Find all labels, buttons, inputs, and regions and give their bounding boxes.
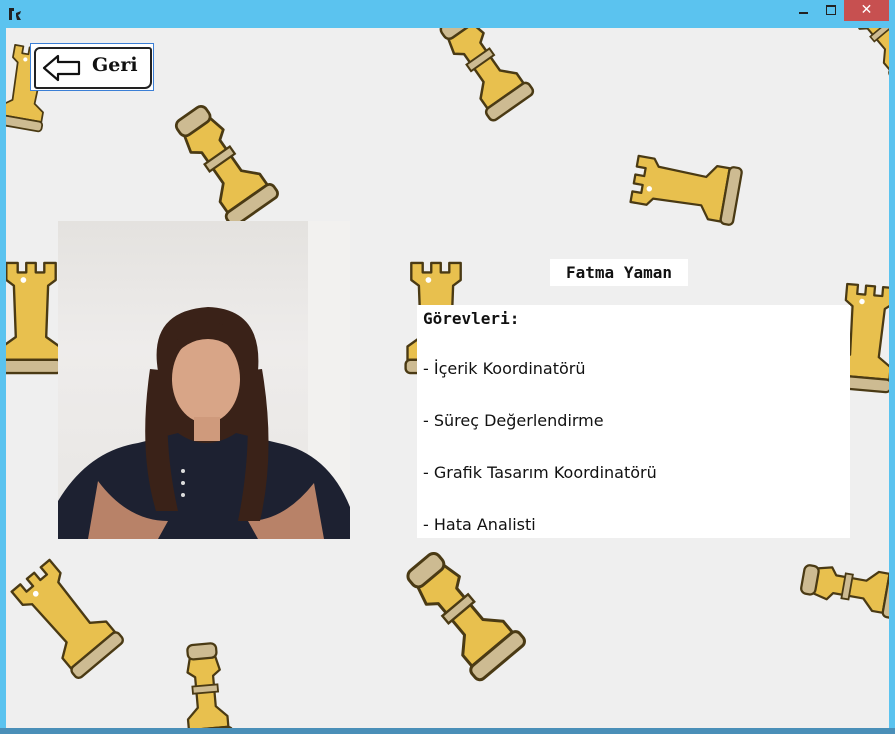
title-bar: ✕ (0, 0, 895, 28)
duties-heading: Görevleri: (423, 309, 520, 328)
duty-item: - Süreç Değerlendirme (423, 411, 604, 430)
close-icon: ✕ (860, 2, 873, 18)
close-button[interactable]: ✕ (844, 0, 889, 21)
taskbar (0, 728, 895, 734)
duty-item: - Grafik Tasarım Koordinatörü (423, 463, 657, 482)
content-area: Geri Fatma Yaman Görevleri: - İçerik Koo… (6, 28, 889, 728)
duty-item: - Hata Analisti (423, 515, 536, 534)
duty-item: - İçerik Koordinatörü (423, 359, 586, 378)
minimize-button[interactable] (788, 0, 818, 21)
profile-photo (58, 221, 350, 539)
member-name: Fatma Yaman (550, 259, 688, 286)
arrow-left-icon (42, 54, 81, 82)
back-button[interactable]: Geri (30, 43, 154, 91)
duties-panel: Görevleri: - İçerik Koordinatörü - Süreç… (417, 305, 850, 538)
maximize-button[interactable] (818, 0, 844, 21)
back-button-label: Geri (92, 54, 138, 76)
back-button-face: Geri (34, 47, 152, 89)
app-icon (9, 8, 21, 20)
